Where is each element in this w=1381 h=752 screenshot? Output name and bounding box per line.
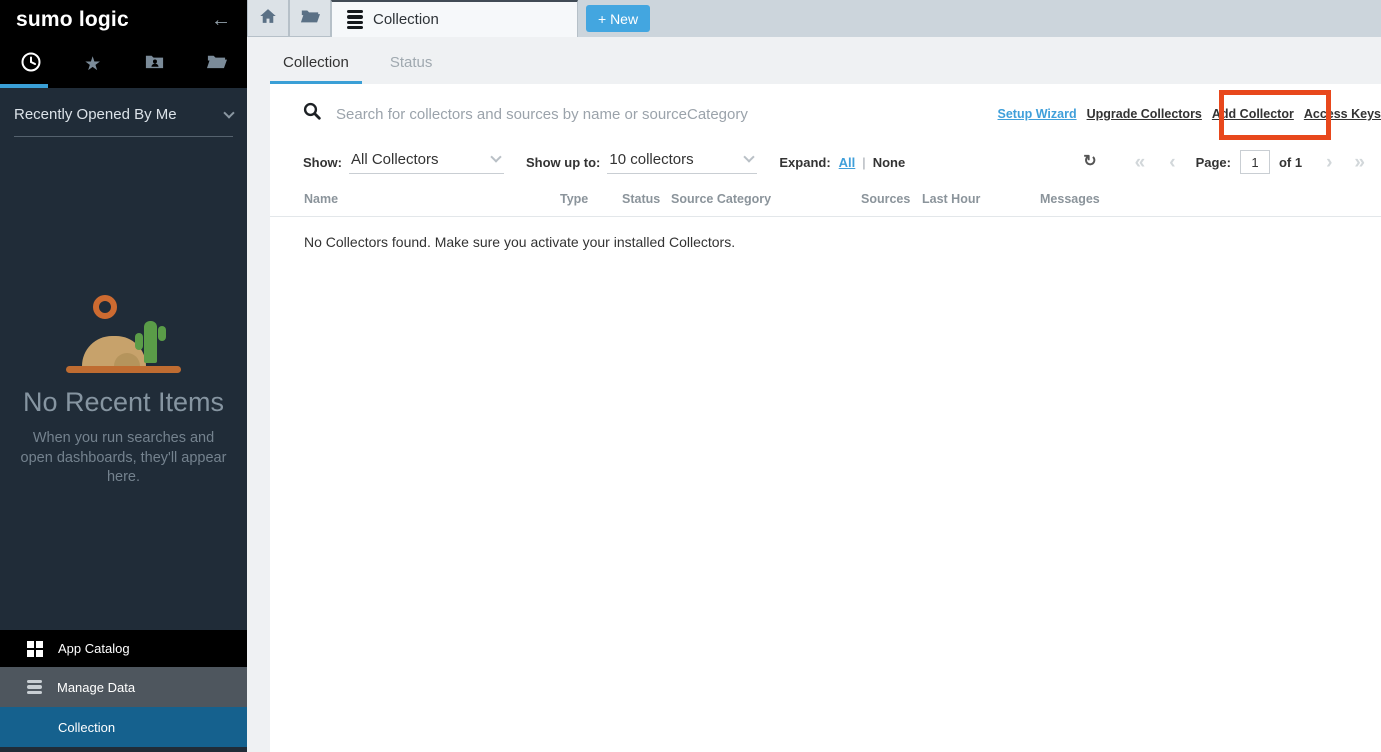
cactus-icon [144, 321, 157, 363]
ground-shape [66, 366, 181, 373]
empty-table-message: No Collectors found. Make sure you activ… [270, 217, 1381, 250]
document-tab-bar: Collection + New [247, 0, 1381, 37]
clock-icon [20, 51, 42, 78]
new-button[interactable]: + New [586, 5, 650, 32]
next-page-icon[interactable]: › [1326, 153, 1332, 172]
home-icon [258, 6, 278, 31]
star-icon: ★ [84, 55, 101, 74]
folder-icon [206, 51, 227, 77]
column-header-name: Name [304, 192, 560, 206]
recent-section-dropdown[interactable]: Recently Opened By Me [14, 106, 233, 137]
sidebar-item-collection[interactable]: Collection [0, 707, 247, 747]
sidebar-item-manage-data[interactable]: Manage Data [0, 667, 247, 707]
nav-item-label: Manage Data [57, 680, 135, 695]
page-tabs: Collection Status [247, 37, 1381, 84]
sidebar: sumo logic ← ★ [0, 0, 247, 752]
collectors-toolbar: Setup Wizard Upgrade Collectors Add Coll… [270, 84, 1381, 126]
first-page-icon[interactable]: « [1135, 153, 1146, 172]
main-area: Collection + New Collection Status Setup… [247, 0, 1381, 752]
column-header-type: Type [560, 192, 622, 206]
expand-separator: | [862, 155, 865, 170]
add-collector-link[interactable]: Add Collector [1212, 107, 1294, 121]
expand-all-link[interactable]: All [839, 155, 856, 170]
upgrade-collectors-link[interactable]: Upgrade Collectors [1087, 107, 1202, 121]
search-input[interactable] [336, 106, 856, 123]
last-page-icon[interactable]: » [1354, 153, 1365, 172]
expand-label: Expand: [779, 155, 830, 170]
column-header-last-hour: Last Hour [922, 192, 1040, 206]
column-header-sources: Sources [861, 192, 922, 206]
filters-row: Show: All Collectors Show up to: 10 coll… [270, 147, 1381, 177]
previous-page-icon[interactable]: ‹ [1169, 153, 1175, 172]
show-label: Show: [303, 155, 342, 170]
search-icon [303, 102, 322, 126]
folder-icon [300, 6, 320, 31]
collectors-table-header: Name Type Status Source Category Sources… [270, 192, 1381, 217]
collapse-sidebar-icon[interactable]: ← [211, 10, 231, 30]
recent-section: Recently Opened By Me [0, 88, 247, 137]
active-tab-indicator [0, 84, 48, 88]
sidebar-tab-personal[interactable] [124, 40, 186, 88]
chevron-down-icon [744, 151, 755, 162]
pagination: ↻ « ‹ Page: of 1 › » [1083, 150, 1367, 174]
library-tab-button[interactable] [289, 0, 331, 37]
expand-none-link[interactable]: None [873, 155, 906, 170]
sidebar-tab-favorites[interactable]: ★ [62, 40, 124, 88]
sidebar-body: Recently Opened By Me No Recent Items Wh… [0, 88, 247, 752]
content-panel: Setup Wizard Upgrade Collectors Add Coll… [270, 84, 1381, 752]
sun-icon [93, 295, 117, 319]
sidebar-bottom-nav: App Catalog Manage Data Collection [0, 630, 247, 752]
nav-item-label: App Catalog [58, 641, 130, 656]
show-up-to-label: Show up to: [526, 155, 600, 170]
search-box [303, 102, 856, 126]
document-tab-label: Collection [373, 11, 439, 28]
show-up-to-select[interactable]: 10 collectors [607, 151, 757, 174]
access-keys-link[interactable]: Access Keys [1304, 107, 1381, 121]
sidebar-icon-tabs: ★ [0, 40, 247, 88]
sidebar-header: sumo logic ← [0, 0, 247, 40]
page-of-label: of 1 [1279, 155, 1302, 170]
home-tab-button[interactable] [247, 0, 289, 37]
nav-item-label: Collection [58, 720, 115, 735]
collection-document-tab[interactable]: Collection [331, 0, 578, 37]
setup-wizard-link[interactable]: Setup Wizard [998, 107, 1077, 121]
refresh-icon[interactable]: ↻ [1083, 154, 1096, 170]
column-header-source-category: Source Category [671, 192, 861, 206]
column-header-status: Status [622, 192, 671, 206]
chevron-down-icon [490, 151, 501, 162]
user-folder-icon [144, 51, 165, 77]
column-header-messages: Messages [1040, 192, 1381, 206]
grid-icon [27, 641, 43, 657]
recent-section-title: Recently Opened By Me [14, 106, 177, 123]
empty-state-illustration [0, 295, 247, 373]
tab-status[interactable]: Status [377, 54, 446, 84]
toolbar-links: Setup Wizard Upgrade Collectors Add Coll… [998, 107, 1381, 121]
show-select-value: All Collectors [351, 151, 439, 168]
app-window: sumo logic ← ★ [0, 0, 1381, 752]
no-recent-items-subtitle: When you run searches and open dashboard… [0, 429, 247, 488]
page-label: Page: [1196, 155, 1231, 170]
page-number-input[interactable] [1240, 150, 1270, 174]
sidebar-item-app-catalog[interactable]: App Catalog [0, 630, 247, 667]
sidebar-tab-recents[interactable] [0, 40, 62, 88]
no-recent-items-title: No Recent Items [0, 387, 247, 418]
tab-collection[interactable]: Collection [270, 54, 362, 84]
sidebar-tab-library[interactable] [185, 40, 247, 88]
show-select[interactable]: All Collectors [349, 151, 504, 174]
database-icon [347, 10, 363, 30]
show-up-to-select-value: 10 collectors [609, 151, 693, 168]
chevron-down-icon [223, 107, 234, 118]
app-logo: sumo logic [16, 8, 129, 32]
database-icon [27, 680, 42, 695]
